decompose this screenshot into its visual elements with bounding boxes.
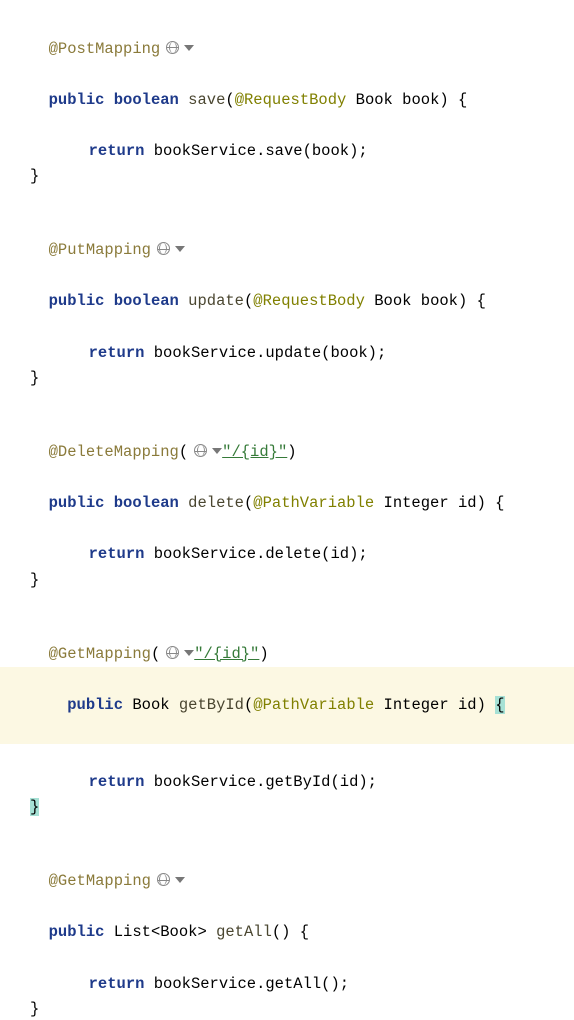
code-line[interactable]: } (30, 164, 574, 190)
code-line[interactable]: @DeleteMapping("/{id}") (30, 414, 574, 466)
annotation-pathvariable: @PathVariable (253, 696, 374, 714)
param-type: Book (374, 292, 411, 310)
method-call: .update(book); (256, 344, 386, 362)
service-ref: bookService (154, 975, 256, 993)
service-ref: bookService (154, 773, 256, 791)
path-literal: "/{id}" (194, 645, 259, 663)
chevron-down-icon[interactable] (210, 439, 222, 465)
path-literal: "/{id}" (222, 443, 287, 461)
param-type: Book (356, 91, 393, 109)
annotation-getmapping: @GetMapping (49, 872, 151, 890)
code-line[interactable]: return bookService.delete(id); (30, 517, 574, 568)
keyword-boolean: boolean (114, 292, 179, 310)
service-ref: bookService (154, 344, 256, 362)
method-call: .getAll(); (256, 975, 349, 993)
chevron-down-icon[interactable] (173, 868, 185, 894)
keyword-public: public (49, 923, 105, 941)
code-line[interactable]: return bookService.getAll(); (30, 946, 574, 997)
code-line[interactable]: } (30, 795, 574, 821)
param-name: id (458, 494, 477, 512)
code-line[interactable]: public List<Book> getAll() { (30, 895, 574, 946)
globe-icon[interactable] (163, 641, 179, 667)
param-name: book (402, 91, 439, 109)
keyword-return: return (89, 773, 145, 791)
globe-icon[interactable] (154, 237, 170, 263)
service-ref: bookService (154, 545, 256, 563)
return-type: Book (132, 696, 169, 714)
method-call: .delete(id); (256, 545, 368, 563)
code-line[interactable]: public boolean update(@RequestBody Book … (30, 264, 574, 315)
keyword-boolean: boolean (114, 91, 179, 109)
method-save: save (188, 91, 225, 109)
code-line[interactable]: } (30, 366, 574, 392)
code-line[interactable]: } (30, 568, 574, 594)
globe-icon[interactable] (163, 36, 179, 62)
method-call: .save(book); (256, 142, 368, 160)
keyword-return: return (89, 344, 145, 362)
keyword-public: public (49, 91, 105, 109)
method-getall: getAll (216, 923, 272, 941)
matched-brace-open: { (495, 696, 504, 714)
keyword-public: public (49, 494, 105, 512)
keyword-public: public (49, 292, 105, 310)
keyword-return: return (89, 545, 145, 563)
return-type: List<Book> (114, 923, 207, 941)
chevron-down-icon[interactable] (182, 641, 194, 667)
keyword-public: public (67, 696, 123, 714)
service-ref: bookService (154, 142, 256, 160)
annotation-pathvariable: @PathVariable (253, 494, 374, 512)
keyword-return: return (89, 975, 145, 993)
method-update: update (188, 292, 244, 310)
annotation-putmapping: @PutMapping (49, 241, 151, 259)
method-getbyid: getById (179, 696, 244, 714)
keyword-return: return (89, 142, 145, 160)
code-line[interactable]: @PostMapping (30, 10, 574, 62)
method-delete: delete (188, 494, 244, 512)
globe-icon[interactable] (191, 439, 207, 465)
keyword-boolean: boolean (114, 494, 179, 512)
current-line-highlight[interactable]: public Book getById(@PathVariable Intege… (0, 667, 574, 744)
globe-icon[interactable] (154, 868, 170, 894)
code-line[interactable]: public boolean save(@RequestBody Book bo… (30, 62, 574, 113)
chevron-down-icon[interactable] (182, 36, 194, 62)
annotation-getmapping: @GetMapping (49, 645, 151, 663)
code-line[interactable]: } (30, 997, 574, 1020)
code-line[interactable]: return bookService.save(book); (30, 113, 574, 164)
annotation-deletemapping: @DeleteMapping (49, 443, 179, 461)
code-line[interactable]: @GetMapping (30, 843, 574, 895)
code-line[interactable]: public boolean delete(@PathVariable Inte… (30, 466, 574, 517)
code-line[interactable]: return bookService.getById(id); (30, 744, 574, 795)
param-name: id (458, 696, 477, 714)
param-type: Integer (384, 696, 449, 714)
chevron-down-icon[interactable] (173, 237, 185, 263)
annotation-postmapping: @PostMapping (49, 39, 161, 57)
method-call: .getById(id); (256, 773, 377, 791)
code-line[interactable]: @GetMapping("/{id}") (30, 615, 574, 667)
param-name: book (421, 292, 458, 310)
code-line[interactable]: return bookService.update(book); (30, 315, 574, 366)
code-line[interactable]: @PutMapping (30, 212, 574, 264)
annotation-requestbody: @RequestBody (253, 292, 365, 310)
param-type: Integer (384, 494, 449, 512)
annotation-requestbody: @RequestBody (235, 91, 347, 109)
matched-brace-close: } (30, 798, 39, 816)
